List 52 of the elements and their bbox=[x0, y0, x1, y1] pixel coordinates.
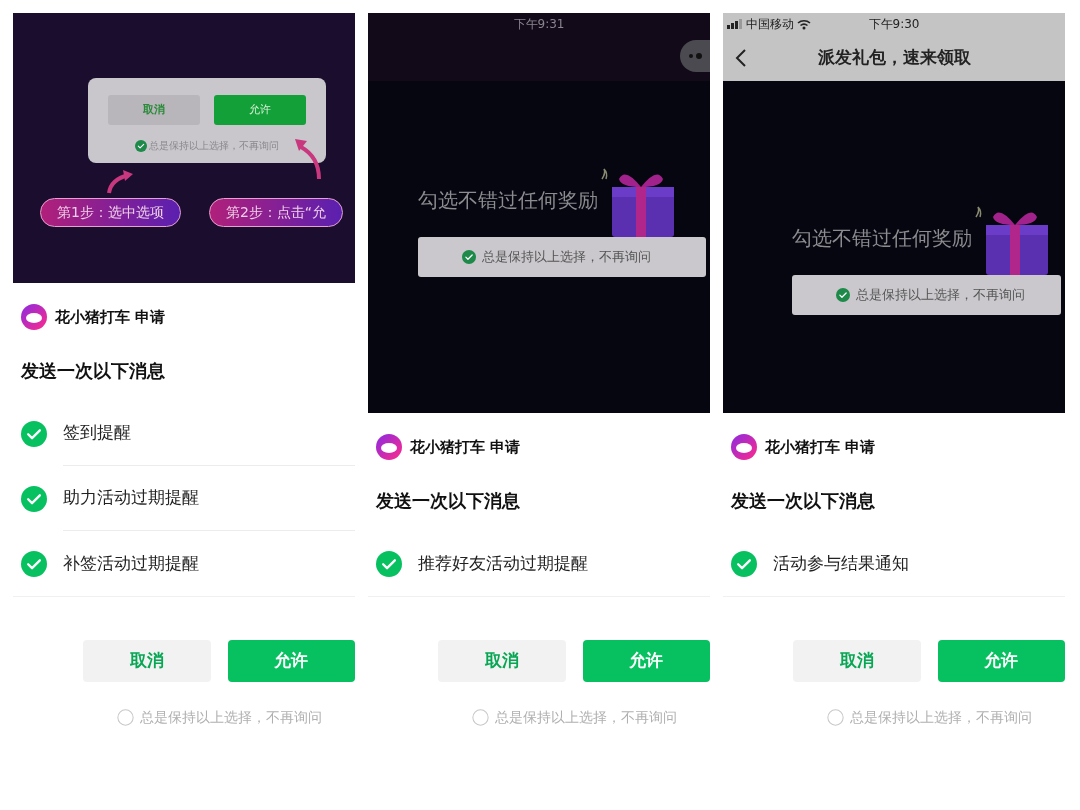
cancel-button[interactable]: 取消 bbox=[108, 95, 200, 125]
checked-icon[interactable] bbox=[21, 485, 47, 512]
nav-title: 派发礼包，速来领取 bbox=[817, 46, 971, 70]
app-logo-icon bbox=[731, 434, 757, 460]
message-item: 助力活动过期提醒 bbox=[63, 466, 355, 531]
sheet-title: 发送一次以下消息 bbox=[20, 359, 166, 381]
message-item: 签到提醒 bbox=[63, 401, 355, 466]
arrow-icon bbox=[293, 137, 323, 181]
allow-button[interactable]: 允许 bbox=[227, 640, 355, 682]
remember-label: 总是保持以上选择，不再询问 bbox=[856, 286, 1025, 305]
checked-icon[interactable] bbox=[836, 288, 850, 302]
back-icon[interactable] bbox=[735, 48, 747, 68]
app-logo-icon bbox=[376, 434, 402, 460]
checked-icon[interactable] bbox=[462, 250, 476, 264]
status-time: 下午9:30 bbox=[867, 16, 921, 33]
message-item: 补签活动过期提醒 bbox=[63, 551, 200, 575]
headline: 勾选不错过任何奖励 bbox=[418, 187, 598, 214]
remember-label: 总是保持以上选择，不再询问 bbox=[494, 708, 677, 727]
message-item: 推荐好友活动过期提醒 bbox=[418, 551, 589, 575]
checked-icon[interactable] bbox=[731, 550, 757, 577]
sheet-title: 发送一次以下消息 bbox=[375, 489, 521, 511]
allow-button[interactable]: 允许 bbox=[937, 640, 1065, 682]
app-logo-icon bbox=[21, 304, 47, 330]
headline: 勾选不错过任何奖励 bbox=[792, 225, 972, 252]
remember-label: 总是保持以上选择，不再询问 bbox=[849, 708, 1032, 727]
cancel-button[interactable]: 取消 bbox=[83, 640, 211, 682]
radio-icon[interactable] bbox=[826, 709, 844, 726]
wifi-icon bbox=[797, 18, 811, 30]
step-label: 第1步：选中选项 bbox=[40, 198, 181, 227]
message-item: 活动参与结果通知 bbox=[773, 551, 910, 575]
remember-label: 总是保持以上选择，不再询问 bbox=[139, 708, 322, 727]
app-name: 花小猪打车 申请 bbox=[55, 306, 166, 328]
carrier-label: 中国移动 bbox=[746, 16, 794, 33]
checked-icon[interactable] bbox=[21, 420, 47, 447]
signal-icon bbox=[727, 19, 743, 29]
checked-icon[interactable] bbox=[21, 550, 47, 577]
sheet-title: 发送一次以下消息 bbox=[730, 489, 876, 511]
checked-icon[interactable] bbox=[135, 139, 147, 152]
checked-icon[interactable] bbox=[376, 550, 402, 577]
more-icon[interactable] bbox=[688, 53, 704, 59]
allow-button[interactable]: 允许 bbox=[214, 95, 306, 125]
radio-icon[interactable] bbox=[471, 709, 489, 726]
app-name: 花小猪打车 申请 bbox=[410, 436, 521, 458]
cancel-button[interactable]: 取消 bbox=[793, 640, 921, 682]
app-name: 花小猪打车 申请 bbox=[765, 436, 876, 458]
step-label: 第2步：点击“允 bbox=[208, 198, 344, 227]
remember-label: 总是保持以上选择，不再询问 bbox=[482, 248, 651, 267]
status-time: 下午9:31 bbox=[512, 16, 566, 33]
radio-icon[interactable] bbox=[116, 709, 134, 726]
allow-button[interactable]: 允许 bbox=[582, 640, 710, 682]
cancel-button[interactable]: 取消 bbox=[438, 640, 566, 682]
arrow-icon bbox=[105, 169, 135, 195]
